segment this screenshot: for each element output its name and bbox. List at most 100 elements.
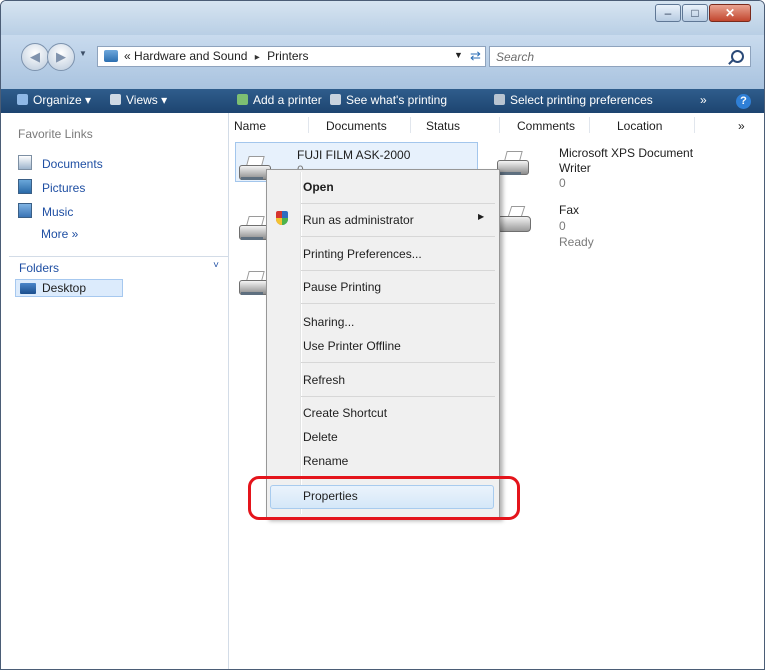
forward-arrow-icon: ▶ bbox=[56, 49, 66, 64]
fax-status: Ready bbox=[559, 235, 594, 249]
menu-item-pause-printing[interactable]: Pause Printing bbox=[303, 280, 381, 294]
documents-icon bbox=[18, 155, 32, 170]
minimize-button[interactable]: – bbox=[655, 4, 681, 22]
column-name[interactable]: Name bbox=[234, 119, 266, 133]
add-printer-button[interactable]: Add a printer bbox=[237, 93, 322, 107]
organize-label: Organize ▾ bbox=[33, 93, 92, 107]
navigation-pane: Favorite Links Documents Pictures Music … bbox=[1, 113, 229, 669]
close-button[interactable]: ✕ bbox=[709, 4, 751, 22]
menu-item-run-as-administrator[interactable]: Run as administrator bbox=[303, 213, 414, 227]
views-button[interactable]: Views ▾ bbox=[110, 93, 167, 107]
column-documents[interactable]: Documents bbox=[326, 119, 387, 133]
desktop-icon bbox=[20, 283, 36, 294]
address-bar[interactable]: « Hardware and Sound ▸ Printers ▼ ⇄ bbox=[97, 46, 486, 67]
maximize-icon: □ bbox=[691, 6, 699, 20]
recent-pages-chevron-icon[interactable]: ▼ bbox=[79, 49, 87, 58]
select-printing-preferences-button[interactable]: Select printing preferences bbox=[494, 93, 653, 107]
more-links-button[interactable]: More » bbox=[41, 227, 78, 241]
menu-separator bbox=[301, 203, 495, 204]
printers-folder-icon bbox=[104, 50, 118, 62]
nav-link-pictures-label: Pictures bbox=[42, 181, 86, 195]
printer-icon bbox=[497, 151, 531, 175]
red-highlight-annotation bbox=[248, 476, 520, 520]
chevron-down-icon: ˅ bbox=[213, 260, 219, 271]
fax-name: Fax bbox=[559, 203, 580, 217]
search-input[interactable]: Search bbox=[489, 46, 751, 67]
views-icon bbox=[110, 94, 121, 105]
desktop-label: Desktop bbox=[42, 281, 87, 295]
menu-icon-gutter bbox=[300, 172, 302, 514]
menu-item-printing-preferences[interactable]: Printing Preferences... bbox=[303, 247, 422, 261]
printing-preferences-icon bbox=[494, 94, 505, 105]
menu-item-sharing[interactable]: Sharing... bbox=[303, 315, 354, 329]
search-icon[interactable] bbox=[731, 50, 744, 63]
column-divider[interactable] bbox=[589, 117, 590, 133]
print-queue-icon bbox=[330, 94, 341, 105]
column-comments[interactable]: Comments bbox=[517, 119, 575, 133]
menu-item-delete[interactable]: Delete bbox=[303, 430, 338, 444]
column-divider[interactable] bbox=[410, 117, 411, 133]
nav-link-pictures[interactable]: Pictures bbox=[18, 179, 85, 195]
column-status[interactable]: Status bbox=[426, 119, 460, 133]
nav-link-documents[interactable]: Documents bbox=[18, 155, 103, 171]
search-placeholder: Search bbox=[496, 50, 535, 64]
shield-icon bbox=[276, 211, 288, 225]
context-menu: Open Run as administrator ▶ Printing Pre… bbox=[266, 169, 500, 518]
submenu-arrow-icon: ▶ bbox=[478, 212, 485, 221]
close-icon: ✕ bbox=[724, 6, 736, 20]
column-location[interactable]: Location bbox=[617, 119, 662, 133]
folders-label: Folders bbox=[19, 261, 60, 275]
refresh-icon[interactable]: ⇄ bbox=[470, 48, 481, 64]
menu-separator bbox=[301, 270, 495, 271]
add-printer-label: Add a printer bbox=[253, 93, 322, 107]
menu-item-refresh[interactable]: Refresh bbox=[303, 373, 345, 387]
column-divider[interactable] bbox=[694, 117, 695, 133]
breadcrumb-hardware-and-sound[interactable]: Hardware and Sound bbox=[134, 49, 247, 63]
back-button[interactable]: ◀ bbox=[21, 43, 49, 71]
address-row: ◀ ▶ ▼ « Hardware and Sound ▸ Printers ▼ … bbox=[1, 35, 764, 89]
maximize-button[interactable]: □ bbox=[682, 4, 708, 22]
help-icon[interactable]: ? bbox=[736, 94, 751, 109]
see-whats-printing-label: See what's printing bbox=[346, 93, 448, 107]
nav-link-documents-label: Documents bbox=[42, 157, 103, 171]
fax-document-count: 0 bbox=[559, 219, 566, 233]
printer-name-line1: Microsoft XPS Document bbox=[559, 146, 694, 160]
organize-button[interactable]: Organize ▾ bbox=[17, 93, 91, 107]
menu-item-use-printer-offline[interactable]: Use Printer Offline bbox=[303, 339, 401, 353]
menu-separator bbox=[301, 303, 495, 304]
organize-icon bbox=[17, 94, 28, 105]
column-headers: Name Documents Status Comments Location … bbox=[229, 113, 764, 137]
folders-bar[interactable]: Folders ˅ bbox=[9, 256, 228, 277]
breadcrumb-separator-icon[interactable]: ▸ bbox=[255, 52, 260, 63]
menu-item-open[interactable]: Open bbox=[303, 180, 334, 194]
explorer-window: – □ ✕ ◀ ▶ ▼ « Hardware and Sound ▸ Print… bbox=[0, 0, 765, 670]
music-icon bbox=[18, 203, 32, 218]
breadcrumb-overflow[interactable]: « bbox=[124, 49, 131, 63]
menu-item-create-shortcut[interactable]: Create Shortcut bbox=[303, 406, 387, 420]
printer-name-line2: Writer bbox=[559, 161, 591, 175]
column-divider[interactable] bbox=[499, 117, 500, 133]
see-whats-printing-button[interactable]: See what's printing bbox=[330, 93, 447, 107]
folder-tree-item-desktop[interactable]: Desktop bbox=[15, 279, 123, 297]
printer-name: FUJI FILM ASK-2000 bbox=[297, 148, 411, 162]
breadcrumb-printers[interactable]: Printers bbox=[267, 49, 308, 63]
columns-overflow-button[interactable]: » bbox=[738, 119, 745, 133]
menu-separator bbox=[301, 362, 495, 363]
nav-link-music-label: Music bbox=[42, 205, 74, 219]
breadcrumb: « Hardware and Sound ▸ Printers bbox=[124, 49, 309, 63]
toolbar-overflow-button[interactable]: » bbox=[700, 93, 707, 107]
menu-separator bbox=[301, 396, 495, 397]
nav-link-music[interactable]: Music bbox=[18, 203, 73, 219]
pictures-icon bbox=[18, 179, 32, 194]
back-arrow-icon: ◀ bbox=[30, 49, 40, 64]
title-bar: – □ ✕ bbox=[1, 1, 764, 35]
command-toolbar: Organize ▾ Views ▾ Add a printer See wha… bbox=[1, 89, 764, 113]
minimize-icon: – bbox=[664, 6, 672, 20]
menu-separator bbox=[301, 236, 495, 237]
address-dropdown-icon[interactable]: ▼ bbox=[454, 50, 463, 60]
select-printing-preferences-label: Select printing preferences bbox=[510, 93, 653, 107]
forward-button[interactable]: ▶ bbox=[47, 43, 75, 71]
column-divider[interactable] bbox=[308, 117, 309, 133]
favorite-links-heading: Favorite Links bbox=[18, 127, 93, 141]
menu-item-rename[interactable]: Rename bbox=[303, 454, 348, 468]
